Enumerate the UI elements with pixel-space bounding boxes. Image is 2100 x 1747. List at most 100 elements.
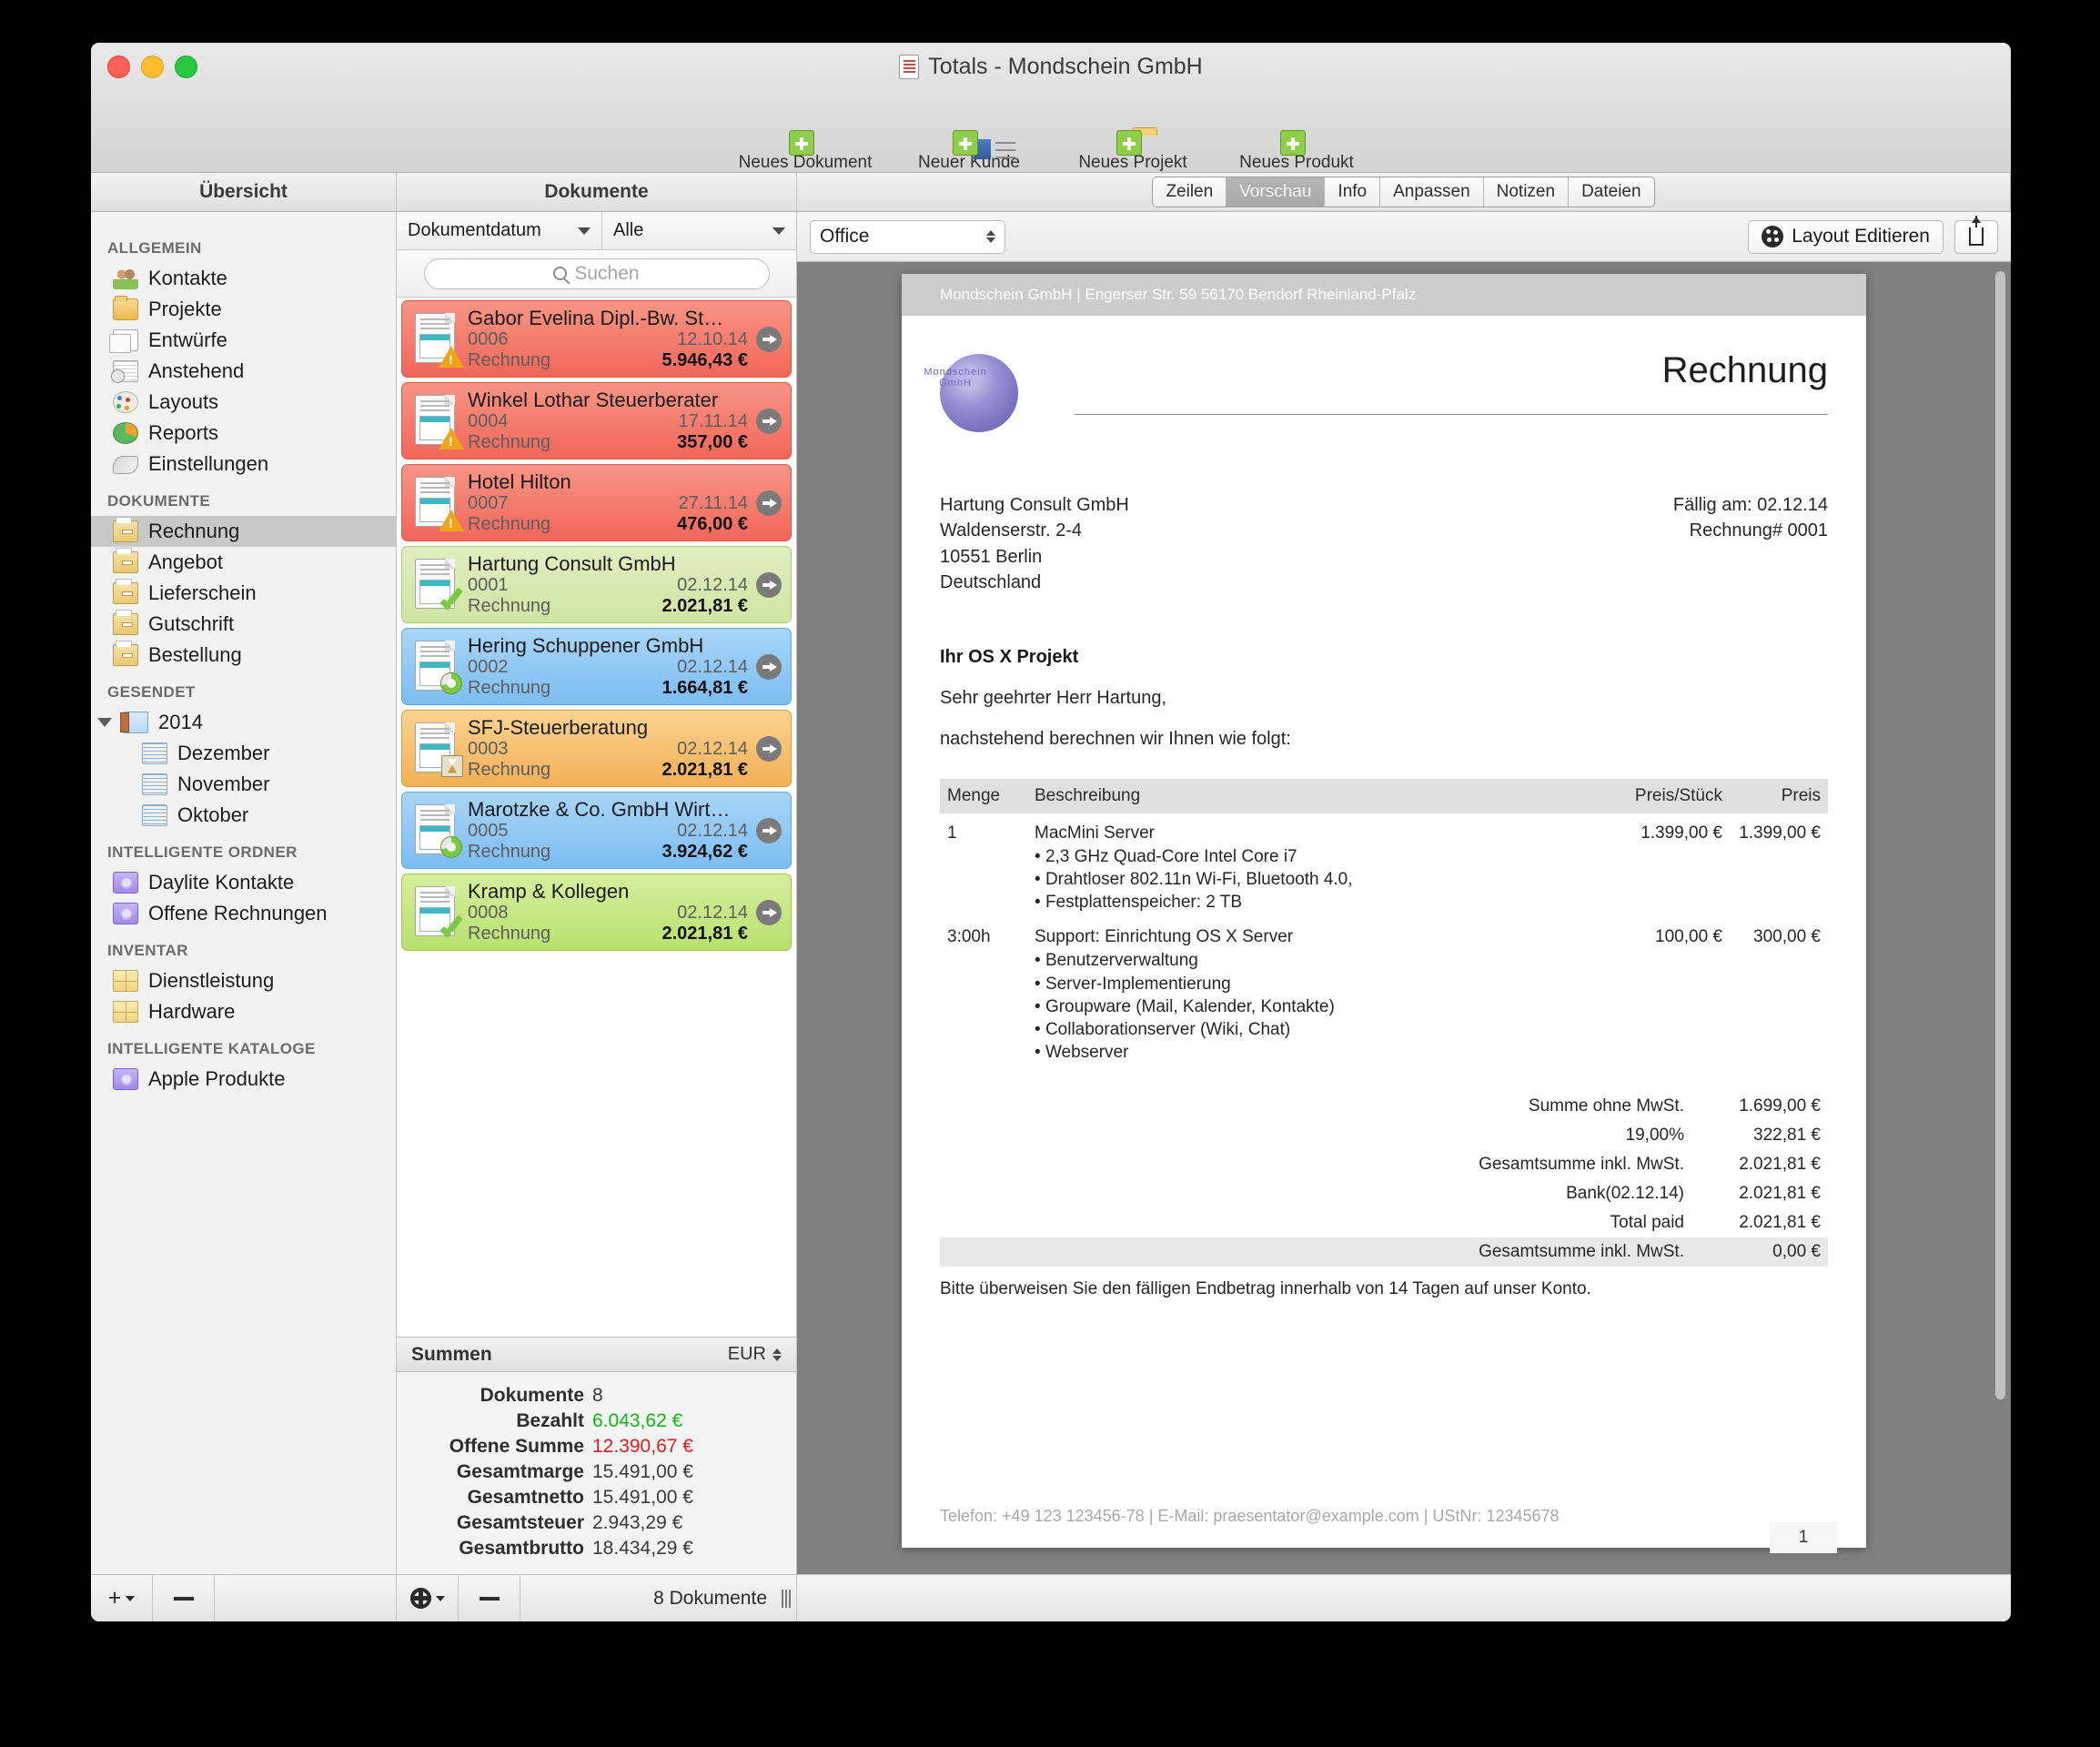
scrollbar-thumb[interactable] <box>1995 271 2005 1399</box>
column-header-preis-stueck: Preis/Stück <box>1604 778 1730 813</box>
invoice-intro: nachstehend berechnen wir Ihnen wie folg… <box>940 728 1291 749</box>
row-number: 0006 <box>468 329 509 350</box>
sidebar-item-label: Rechnung <box>148 520 240 542</box>
app-window: Totals - Mondschein GmbH Neues Dokument … <box>91 43 2011 1621</box>
tab-info[interactable]: Info <box>1325 177 1381 207</box>
sidebar-item-projekte[interactable]: Projekte <box>91 294 396 325</box>
resize-grip[interactable] <box>776 1575 796 1621</box>
document-list[interactable]: Gabor Evelina Dipl.-Bw. St… 0006 12.10.14… <box>397 298 796 1337</box>
status-filter-select[interactable]: Alle <box>602 212 796 249</box>
sidebar-item-gutschrift[interactable]: Gutschrift <box>91 609 396 640</box>
item-bullet: Collaborationserver (Wiki, Chat) <box>1035 1018 1597 1041</box>
sidebar-item-apple-produkte[interactable]: Apple Produkte <box>91 1064 396 1095</box>
chevron-down-icon <box>435 1595 445 1601</box>
sidebar-item-entwuerfe[interactable]: Entwürfe <box>91 325 396 356</box>
sidebar-item-oktober[interactable]: Oktober <box>91 800 396 831</box>
gear-icon <box>409 1588 431 1609</box>
totals-row: Bank(02.12.14) 2.021,81 € <box>940 1179 1828 1208</box>
remove-button[interactable] <box>153 1575 215 1621</box>
toolbar-new-document[interactable]: Neues Dokument <box>737 94 873 173</box>
tab-anpassen[interactable]: Anpassen <box>1380 177 1484 207</box>
toolbar: Neues Dokument Neuer Kunde Neues Projekt… <box>91 94 2011 173</box>
sidebar-item-dezember[interactable]: Dezember <box>91 738 396 769</box>
preview-scroll-area[interactable]: Mondschein GmbH | Engerser Str. 59 56170… <box>797 262 2011 1574</box>
table-row[interactable]: Hotel Hilton 0007 27.11.14 Rechnung 476,00… <box>401 464 792 541</box>
document-list-footer: 8 Dokumente <box>397 1575 797 1621</box>
item-bullet: Server-Implementierung <box>1035 973 1597 995</box>
tab-dateien[interactable]: Dateien <box>1569 177 1654 207</box>
edit-layout-button[interactable]: Layout Editieren <box>1748 219 1944 254</box>
scrollbar[interactable] <box>1995 271 2005 1572</box>
row-amount: 357,00 € <box>677 432 748 453</box>
sidebar-item-bestellung[interactable]: Bestellung <box>91 640 396 671</box>
row-type: Rechnung <box>468 924 551 944</box>
sidebar-item-anstehend[interactable]: Anstehend <box>91 356 396 387</box>
row-detail-arrow-icon[interactable] <box>756 735 782 762</box>
row-detail-arrow-icon[interactable] <box>756 408 782 434</box>
sort-field-select[interactable]: Dokumentdatum <box>397 212 602 249</box>
toolbar-new-product[interactable]: Neues Produkt <box>1228 94 1365 173</box>
inventory-icon <box>113 970 138 992</box>
invoice-item-row: 1 MacMini Server 2,3 GHz Quad-Core Intel… <box>940 813 1828 918</box>
sidebar-item-november[interactable]: November <box>91 769 396 800</box>
sidebar-item-2014[interactable]: 2014 <box>91 707 396 738</box>
row-detail-arrow-icon[interactable] <box>756 490 782 516</box>
sidebar-item-kontakte[interactable]: Kontakte <box>91 263 396 294</box>
row-number: 0004 <box>468 411 509 432</box>
main-body: ALLGEMEIN Kontakte Projekte Entwürfe Ans… <box>91 212 2011 1574</box>
sidebar-item-label: Projekte <box>148 298 222 320</box>
item-bullet: Festplattenspeicher: 2 TB <box>1035 891 1597 914</box>
totals-line-label: Gesamtmarge <box>456 1461 584 1482</box>
sidebar-item-offene-rechnungen[interactable]: Offene Rechnungen <box>91 898 396 929</box>
row-date: 02.12.14 <box>677 657 748 678</box>
sidebar-item-hardware[interactable]: Hardware <box>91 996 396 1027</box>
row-name: SFJ-Steuerberatung <box>468 715 649 739</box>
sidebar-item-angebot[interactable]: Angebot <box>91 547 396 578</box>
sidebar-item-dienstleistung[interactable]: Dienstleistung <box>91 965 396 996</box>
row-detail-arrow-icon[interactable] <box>756 326 782 352</box>
totals-line: Gesamtbrutto 18.434,29 € <box>397 1538 796 1560</box>
row-date: 02.12.14 <box>677 739 748 760</box>
row-type: Rechnung <box>468 760 551 781</box>
table-row[interactable]: Marotzke & Co. GmbH Wirt… 0005 02.12.14 R… <box>401 792 792 869</box>
row-detail-arrow-icon[interactable] <box>756 653 782 680</box>
toolbar-new-project[interactable]: Neues Projekt <box>1065 94 1201 173</box>
row-detail-arrow-icon[interactable] <box>756 571 782 598</box>
tab-vorschau[interactable]: Vorschau <box>1227 177 1326 207</box>
sidebar-item-einstellungen[interactable]: Einstellungen <box>91 449 396 480</box>
chevron-down-icon <box>578 227 591 235</box>
row-detail-arrow-icon[interactable] <box>756 899 782 925</box>
toolbar-new-customer[interactable]: Neuer Kunde <box>901 94 1037 173</box>
sidebar-item-layouts[interactable]: Layouts <box>91 387 396 418</box>
table-row[interactable]: Winkel Lothar Steuerberater 0004 17.11.14… <box>401 382 792 459</box>
invoice-overdue-icon <box>409 475 464 531</box>
totals-line: Bezahlt 6.043,62 € <box>397 1410 796 1432</box>
table-row[interactable]: Hartung Consult GmbH 0001 02.12.14 Rechnu… <box>401 546 792 623</box>
table-row[interactable]: Hering Schuppener GmbH 0002 02.12.14 Rech… <box>401 628 792 705</box>
delete-document-button[interactable] <box>459 1575 520 1621</box>
invoice-title: Rechnung <box>1661 350 1828 390</box>
tab-zeilen[interactable]: Zeilen <box>1153 177 1227 207</box>
search-input[interactable]: Suchen <box>423 258 770 289</box>
sidebar-item-lieferschein[interactable]: Lieferschein <box>91 578 396 609</box>
row-number: 0008 <box>468 903 509 924</box>
table-row[interactable]: Gabor Evelina Dipl.-Bw. St… 0006 12.10.14… <box>401 300 792 378</box>
action-menu-button[interactable] <box>397 1575 459 1621</box>
table-row[interactable]: Kramp & Kollegen 0008 02.12.14 Rechnung 2.… <box>401 874 792 951</box>
month-docs-icon <box>142 804 170 828</box>
palette-icon <box>1762 226 1784 247</box>
add-button[interactable]: + <box>91 1575 153 1621</box>
totals-line: Gesamtmarge 15.491,00 € <box>397 1461 796 1483</box>
items-header-row: Menge Beschreibung Preis/Stück Preis <box>940 778 1828 813</box>
row-detail-arrow-icon[interactable] <box>756 817 782 843</box>
tab-notizen[interactable]: Notizen <box>1483 177 1570 207</box>
sidebar-item-rechnung[interactable]: Rechnung <box>91 516 396 547</box>
share-button[interactable] <box>1954 216 1998 254</box>
table-row[interactable]: SFJ-Steuerberatung 0003 02.12.14 Rechnung… <box>401 710 792 787</box>
currency-select[interactable]: EUR <box>728 1344 782 1365</box>
layout-select[interactable]: Office <box>810 219 1005 254</box>
sidebar-item-reports[interactable]: Reports <box>91 418 396 449</box>
disclosure-triangle-icon[interactable] <box>96 718 113 727</box>
new-product-icon <box>1280 130 1306 156</box>
sidebar-item-daylite-kontakte[interactable]: Daylite Kontakte <box>91 867 396 898</box>
